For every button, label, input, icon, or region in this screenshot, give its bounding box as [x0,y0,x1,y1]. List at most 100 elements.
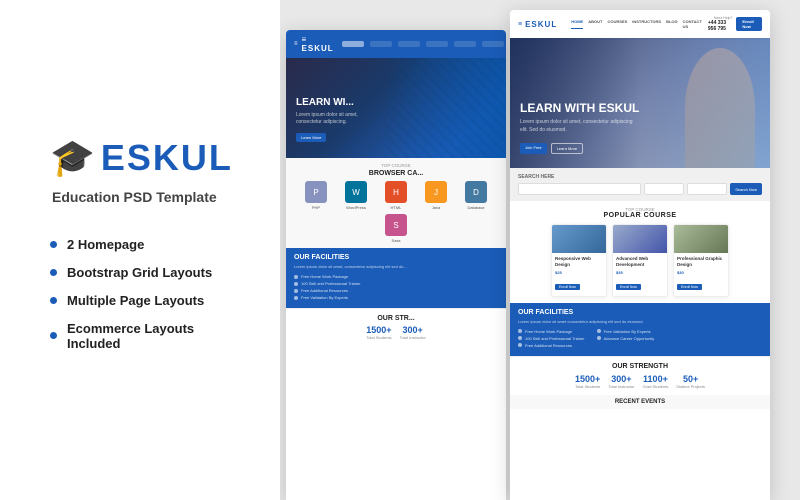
screen1-stat-students: 1500+ Total Students [366,325,391,340]
screen2-stat-2-number: 300+ [608,374,634,384]
php-icon: P [305,181,327,203]
screen1-cat-grid: P PHP W WordPress H HTML J Java D Data [294,181,498,243]
screen2-stats: OUR STRENGTH 1500+ Total Students 300+ T… [510,356,770,395]
screen2-stats-row: 1500+ Total Students 300+ Total Instruct… [518,374,762,389]
cat-php-label: PHP [312,205,320,210]
brand-name: ESKUL [101,137,233,179]
html-icon: H [385,181,407,203]
facility2-bullet-2 [518,336,522,340]
screen2-nav-home: HOME [571,19,583,29]
screen2-stat-4-label: Distinct Projects [676,384,705,389]
screen1-categories: TOP COURSE BROWSER CA... P PHP W WordPre… [286,158,506,248]
facility-text-2: 100 Skill and Professional Trainer [301,281,361,286]
screen1-navbar: ≡ ≡ ESKUL [286,30,506,58]
screen2-enroll-btn[interactable]: Enroll Now [736,17,762,31]
screen2-nav-links: HOME ABOUT COURSES INSTRUCTORS BLOG CONT… [571,19,702,29]
screen1-stat-students-label: Total Students [366,335,391,340]
screen2-search-time[interactable] [687,183,727,195]
screen1-stats-row: 1500+ Total Students 300+ Total Instruct… [294,325,498,340]
screen1-hero-overlay [385,58,506,158]
facility2-bullet-3 [518,343,522,347]
facility2-bullet-4 [597,329,601,333]
screen2-stat-3: 1100+ Grad Students [643,374,669,389]
screen1-hero-text: LEARN WI... Lorem ipsum dolor sit amet, … [296,96,376,144]
screen2-search-section: SEARCH HERE Search Now [510,168,770,201]
screen2-search-category[interactable] [518,183,641,195]
facility-text-4: Free Validation By Experts [301,295,348,300]
sass-icon: S [385,214,407,236]
screen1-hero-headline: LEARN WI... [296,96,376,109]
course-card-3-btn[interactable]: Enroll Now [677,284,702,290]
screen2-events-title: RECENT EVENTS [518,399,762,405]
screen2-search-course-type[interactable] [644,183,684,195]
screen2-hero-text: LEARN WITH ESKUL Lorem ipsum dolor sit a… [520,101,640,154]
screen2-stat-3-label: Grad Students [643,384,669,389]
screen2-search-label: SEARCH HERE [518,174,762,180]
screen1-stats-title: OUR STR... [294,315,498,322]
screen1-nav-logo: ≡ ≡ ESKUL [294,35,334,53]
feature-label-1: 2 Homepage [67,237,144,252]
course-card-2-title: Advanced Web Development [616,256,664,268]
screen1-hero: LEARN WI... Lorem ipsum dolor sit amet, … [286,58,506,158]
course-card-2-body: Advanced Web Development $35 Enroll Now [613,253,667,296]
left-panel: 🎓 ESKUL Education PSD Template 2 Homepag… [0,0,280,500]
facility2-text-5: Advance Career Opportunity [604,336,655,341]
screen2-hero-headline: LEARN WITH ESKUL [520,101,640,115]
screen2-popular-title: Popular Course [518,212,762,219]
screen1-nav-home [342,41,364,47]
cat-wp-label: WordPress [346,205,366,210]
cat-php: P PHP [298,181,334,210]
screen2-stat-3-number: 1100+ [643,374,669,384]
screen2-nav-blog: BLOG [666,19,678,29]
cat-db-label: Database [467,205,484,210]
feature-label-3: Multiple Page Layouts [67,293,204,308]
facility2-text-4: Free Validation By Experts [604,329,651,334]
course-card-2-btn[interactable]: Enroll Now [616,284,641,290]
screen2-nav-right: Need Help? +44 333 956 795 Enroll Now [708,16,762,32]
course-card-1-btn[interactable]: Enroll Now [555,284,580,290]
graduation-cap-icon: 🎓 [50,137,95,179]
features-list: 2 Homepage Bootstrap Grid Layouts Multip… [50,237,250,364]
screen2-stat-4-number: 50+ [676,374,705,384]
course-card-2: Advanced Web Development $35 Enroll Now [612,224,668,297]
right-panel: ≡ ≡ ESKUL LEARN WI... Lorem ipsum dolor … [280,0,800,500]
course-card-1-price: $25 [555,270,603,275]
screen1-nav-courses [398,41,420,47]
screen2-facilities-col2: Free Validation By Experts Advance Caree… [597,329,655,350]
screen2-learn-btn[interactable]: Learn More [551,143,583,154]
screen-preview-1: ≡ ≡ ESKUL LEARN WI... Lorem ipsum dolor … [286,30,506,500]
screen1-facilities-text: Lorem ipsum dolor sit amet, consectetur … [294,264,498,270]
screen1-stat-instructors: 300+ Total Instructor [400,325,426,340]
screen2-facilities-col1: Free Home Work Package 100 Skill and Pro… [518,329,585,350]
screen1-nav-contact [482,41,504,47]
screen2-join-btn[interactable]: Join Free [520,143,547,154]
facility-text-3: Free Additional Resources [301,288,348,293]
screen2-search-btn[interactable]: Search Now [730,183,762,195]
screen1-stat-instructors-number: 300+ [400,325,426,335]
cat-sass: S Sass [378,214,414,243]
screen1-hero-sub: Lorem ipsum dolor sit amet, consectetur … [296,112,376,126]
screen1-learn-more-btn[interactable]: Learn More [296,133,326,142]
cat-html: H HTML [378,181,414,210]
screen1-nav-blog [454,41,476,47]
screen1-nav-links [342,41,504,47]
screen2-nav-courses: COURSES [607,19,627,29]
java-icon: J [425,181,447,203]
screen2-navbar: ≡ ESKUL HOME ABOUT COURSES INSTRUCTORS B… [510,10,770,38]
facility2-bullet-5 [597,336,601,340]
feature-item-4: Ecommerce Layouts Included [50,321,250,351]
screen2-facility-3: Free Additional Resources [518,343,585,348]
screen2-nav-instructors: INSTRUCTORS [632,19,661,29]
course-card-2-image [613,225,667,253]
screen2-nav-contact-info: Need Help? +44 333 956 795 [708,16,733,32]
screen2-facilities: OUR FACILITIES Lorem ipsum dolor sit ame… [510,303,770,356]
screen-preview-2: ≡ ESKUL HOME ABOUT COURSES INSTRUCTORS B… [510,10,770,500]
course-card-3-body: Professional Graphic Design $30 Enroll N… [674,253,728,296]
course-card-1-title: Responsive Web Design [555,256,603,268]
screen1-top-course-badge: TOP COURSE [294,163,498,168]
database-icon: D [465,181,487,203]
course-card-1-body: Responsive Web Design $25 Enroll Now [552,253,606,296]
screen1-facilities: OUR FACILITIES Lorem ipsum dolor sit ame… [286,248,506,308]
screen1-facilities-title: OUR FACILITIES [294,254,498,261]
wordpress-icon: W [345,181,367,203]
